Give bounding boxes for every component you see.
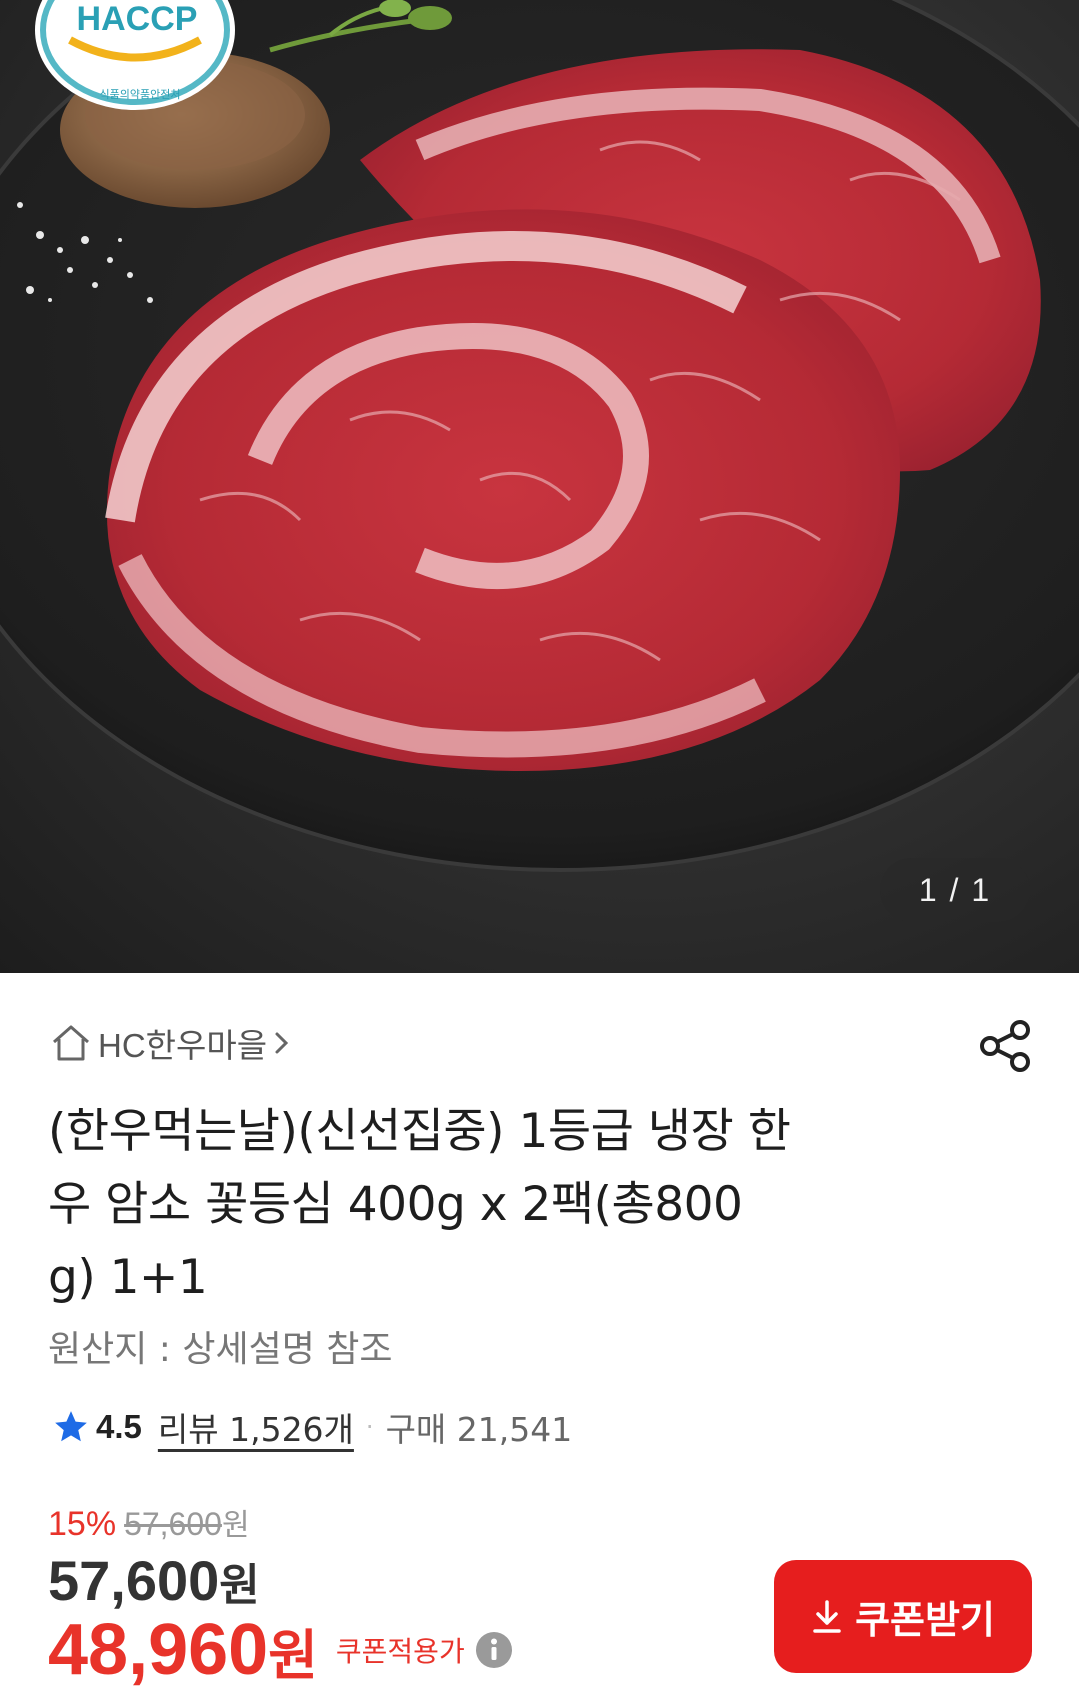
discount-row: 15% 57,600 원 bbox=[48, 1500, 250, 1544]
chevron-right-icon bbox=[275, 1032, 289, 1054]
coupon-price-row: 48,960 원 쿠폰적용가 bbox=[48, 1610, 513, 1690]
origin-info: 원산지 : 상세설명 참조 bbox=[48, 1329, 393, 1370]
coupon-price: 48,960 bbox=[48, 1610, 269, 1690]
image-counter: 1 / 1 bbox=[880, 858, 1030, 922]
review-count-link[interactable]: 리뷰 1,526개 bbox=[158, 1403, 354, 1451]
sale-price-row: 57,600 원 bbox=[48, 1548, 260, 1613]
rating-row: 4.5 리뷰 1,526개 · 구매 21,541 bbox=[52, 1402, 572, 1452]
separator-dot: · bbox=[365, 1413, 374, 1441]
store-name: HC한우마을 bbox=[98, 1027, 268, 1064]
share-icon[interactable] bbox=[978, 1018, 1034, 1074]
original-price: 57,600 bbox=[124, 1506, 222, 1542]
purchase-count: 구매 21,541 bbox=[385, 1410, 573, 1449]
store-link[interactable]: HC한우마을 bbox=[50, 1018, 291, 1068]
download-icon bbox=[813, 1599, 841, 1633]
original-price-unit: 원 bbox=[221, 1509, 250, 1542]
title-line: g) 1+1 bbox=[48, 1250, 208, 1305]
coupon-price-label: 쿠폰적용가 bbox=[335, 1635, 465, 1668]
get-coupon-button[interactable]: 쿠폰받기 bbox=[774, 1560, 1032, 1673]
steak-photo bbox=[0, 0, 1079, 872]
info-icon[interactable] bbox=[475, 1631, 513, 1669]
product-image[interactable]: HACCP 식품의약품안전처 1 / 1 bbox=[0, 0, 1079, 973]
sale-price: 57,600 bbox=[48, 1549, 220, 1612]
discount-percent: 15% bbox=[48, 1505, 117, 1543]
haccp-label: HACCP bbox=[76, 0, 198, 38]
product-title: (한우먹는날)(신선집중) 1등급 냉장 한 우 암소 꽃등심 400g x 2… bbox=[48, 1095, 948, 1314]
home-icon bbox=[53, 1025, 89, 1061]
rating-score: 4.5 bbox=[96, 1408, 142, 1445]
title-line: (한우먹는날)(신선집중) 1등급 냉장 한 bbox=[48, 1104, 791, 1159]
sale-price-unit: 원 bbox=[219, 1560, 260, 1611]
title-line: 우 암소 꽃등심 400g x 2팩(총800 bbox=[48, 1177, 743, 1232]
star-icon bbox=[55, 1411, 87, 1442]
get-coupon-label: 쿠폰받기 bbox=[855, 1598, 995, 1642]
haccp-subtext: 식품의약품안전처 bbox=[99, 88, 181, 101]
coupon-price-unit: 원 bbox=[268, 1623, 318, 1687]
